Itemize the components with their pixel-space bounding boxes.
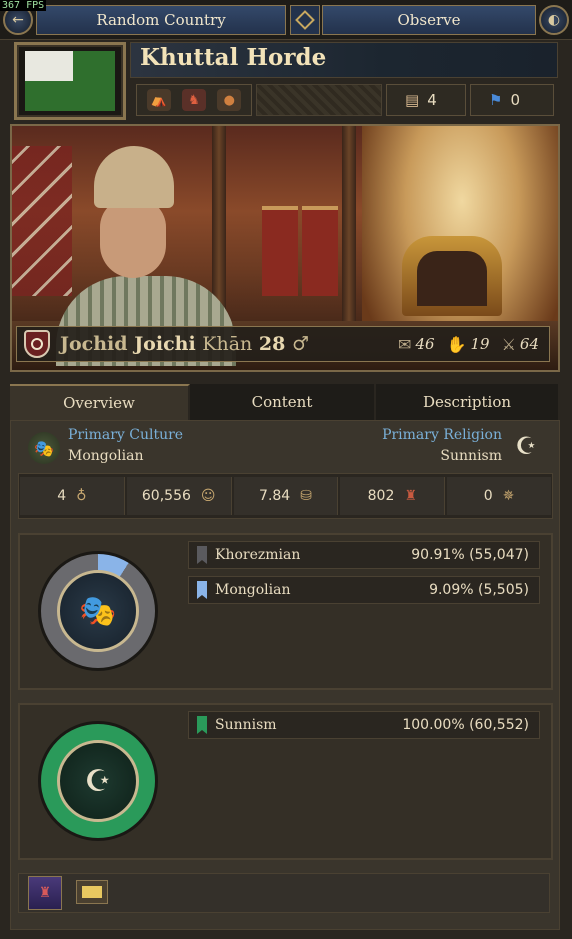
religion-row[interactable]: Sunnism 100.00% (60,552) xyxy=(188,711,540,739)
primary-culture-value: Mongolian xyxy=(68,448,144,464)
diplomatic-value: 19 xyxy=(470,335,490,353)
observe-button[interactable]: Observe xyxy=(322,5,536,35)
diplomatic-skill[interactable]: ✋ 19 xyxy=(447,335,490,354)
culture-color-tag xyxy=(197,546,207,564)
culture-percent: 9.09% (5,505) xyxy=(429,582,529,598)
tab-bar: Overview Content Description xyxy=(10,384,560,420)
ruler-portrait[interactable] xyxy=(56,146,236,366)
culture-breakdown-box: 🎭 Khorezmian 90.91% (55,047) Mongolian 9… xyxy=(18,533,553,690)
stat-provinces[interactable]: 4 ♁ xyxy=(20,477,125,515)
military-skill[interactable]: ⚔ 64 xyxy=(502,335,539,354)
country-flag xyxy=(25,51,115,111)
books-stat-value: 4 xyxy=(427,91,437,109)
ship-wheel-icon: ✵ xyxy=(502,488,515,504)
globe-icon: ◐ xyxy=(547,12,561,28)
soldiers-icon: ♜ xyxy=(404,488,417,504)
admin-skill[interactable]: ✉ 46 xyxy=(398,335,435,354)
culture-name: Mongolian xyxy=(215,582,291,598)
income-value: 7.84 xyxy=(259,488,291,504)
money-bag-icon: ♁ xyxy=(76,488,87,504)
ruler-dynasty: Jochid xyxy=(60,333,128,355)
stat-navy[interactable]: 0 ✵ xyxy=(447,477,551,515)
country-name: Khuttal Horde xyxy=(140,44,327,71)
culture-name: Khorezmian xyxy=(215,547,301,563)
crossed-swords-icon: ⚔ xyxy=(501,334,516,354)
globe-button[interactable]: ◐ xyxy=(539,5,569,35)
random-country-button[interactable]: Random Country xyxy=(36,5,286,35)
provinces-value: 4 xyxy=(57,488,67,504)
religion-name: Sunnism xyxy=(215,717,277,733)
culture-color-tag xyxy=(197,581,207,599)
religion-breakdown-box: ☪ Sunnism 100.00% (60,552) xyxy=(18,703,553,860)
observe-mode-icon-button[interactable] xyxy=(290,5,320,35)
religion-color-tag xyxy=(197,716,207,734)
population-value: 60,556 xyxy=(141,488,191,504)
navy-value: 0 xyxy=(483,488,493,504)
overview-stats-row: 4 ♁ 60,556 ☺ 7.84 ⛁ 802 ♜ 0 ✵ xyxy=(18,473,553,519)
crescent-star-icon: ☪ xyxy=(57,740,139,822)
admin-value: 46 xyxy=(415,335,435,353)
primary-culture-label[interactable]: Primary Culture xyxy=(68,427,183,443)
scroll-icon: ✉ xyxy=(398,334,412,354)
treasure-icon[interactable] xyxy=(76,880,108,904)
ruler-name: Jochid Joichi Khān 28 ♂ xyxy=(60,333,309,355)
primary-religion-value: Sunnism xyxy=(440,448,502,464)
population-icon: ☺ xyxy=(200,488,216,504)
horde-riders-icon[interactable]: ♞ xyxy=(181,89,206,111)
culture-row[interactable]: Khorezmian 90.91% (55,047) xyxy=(188,541,540,569)
stat-army[interactable]: 802 ♜ xyxy=(340,477,446,515)
country-modifiers-row: ⛺ ♞ ● xyxy=(136,84,252,116)
tab-description[interactable]: Description xyxy=(376,384,560,420)
estate-icon[interactable]: ● xyxy=(217,89,242,111)
ruler-title: Khān xyxy=(202,333,253,355)
coins-icon: ⛁ xyxy=(300,488,312,504)
diamond-icon xyxy=(295,10,315,30)
culture-masks-icon: 🎭 xyxy=(28,432,60,464)
header-ornament xyxy=(256,84,382,116)
culture-row[interactable]: Mongolian 9.09% (5,505) xyxy=(188,576,540,604)
flags-stat-value: 0 xyxy=(510,91,520,109)
dynasty-shield-icon[interactable] xyxy=(24,330,50,358)
stat-income[interactable]: 7.84 ⛁ xyxy=(233,477,339,515)
ruler-given-name: Joichi xyxy=(134,333,196,355)
primary-religion-label[interactable]: Primary Religion xyxy=(382,427,502,443)
religion-percent: 100.00% (60,552) xyxy=(402,717,529,733)
tab-content[interactable]: Content xyxy=(190,384,376,420)
books-icon: ▤ xyxy=(405,91,420,109)
culture-pie[interactable]: 🎭 xyxy=(38,551,158,671)
government-icon[interactable]: ⛺ xyxy=(146,89,171,111)
crescent-icon: ☪ xyxy=(515,432,537,460)
stat-population[interactable]: 60,556 ☺ xyxy=(126,477,232,515)
country-flag-frame[interactable] xyxy=(14,42,126,120)
army-value: 802 xyxy=(367,488,395,504)
coat-of-arms-icon[interactable]: ♜ xyxy=(28,876,62,910)
handshake-icon: ✋ xyxy=(446,334,467,354)
military-value: 64 xyxy=(519,335,539,353)
religion-pie[interactable]: ☪ xyxy=(38,721,158,841)
tab-overview[interactable]: Overview xyxy=(10,384,190,420)
back-arrow-icon: ← xyxy=(12,12,24,28)
gender-icon: ♂ xyxy=(292,333,310,355)
books-stat-chip[interactable]: ▤ 4 xyxy=(386,84,466,116)
culture-percent: 90.91% (55,047) xyxy=(411,547,529,563)
ruler-skills: ✉ 46 ✋ 19 ⚔ 64 xyxy=(398,327,539,361)
flag-icon: ⚑ xyxy=(489,91,503,109)
ruler-age: 28 xyxy=(258,333,286,355)
theatre-masks-icon: 🎭 xyxy=(57,570,139,652)
fps-counter: 367 FPS xyxy=(0,0,47,11)
flags-stat-chip[interactable]: ⚑ 0 xyxy=(470,84,554,116)
ruler-info-bar: Jochid Joichi Khān 28 ♂ ✉ 46 ✋ 19 ⚔ 64 xyxy=(16,326,550,362)
